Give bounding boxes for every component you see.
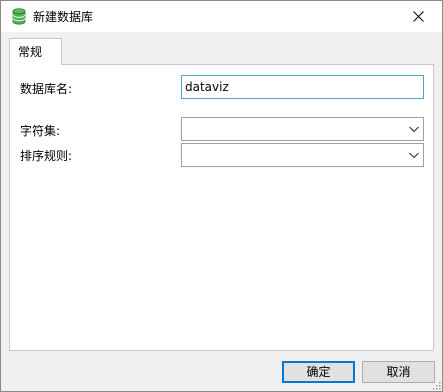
database-name-label: 数据库名:: [20, 82, 73, 96]
collation-dropdown[interactable]: [181, 143, 424, 167]
tab-general[interactable]: 常规: [9, 38, 62, 65]
database-name-input[interactable]: [181, 75, 424, 99]
title-bar: 新建数据库: [1, 1, 442, 32]
tab-panel-general: [9, 64, 434, 351]
resize-grip-icon[interactable]: [431, 380, 441, 390]
close-icon: [413, 11, 424, 22]
close-button[interactable]: [396, 1, 442, 32]
tab-general-label: 常规: [18, 45, 43, 59]
database-icon: [12, 8, 26, 25]
new-database-dialog: 新建数据库 常规 数据库名: 字符集: 排序规则: 确定 取消: [0, 0, 443, 392]
chevron-down-icon: [409, 126, 419, 133]
ok-button[interactable]: 确定: [282, 361, 355, 383]
collation-label: 排序规则:: [20, 149, 73, 163]
charset-label: 字符集:: [20, 124, 61, 138]
charset-dropdown[interactable]: [181, 117, 424, 141]
chevron-down-icon: [409, 152, 419, 159]
cancel-button[interactable]: 取消: [362, 361, 435, 383]
window-title: 新建数据库: [33, 10, 94, 24]
